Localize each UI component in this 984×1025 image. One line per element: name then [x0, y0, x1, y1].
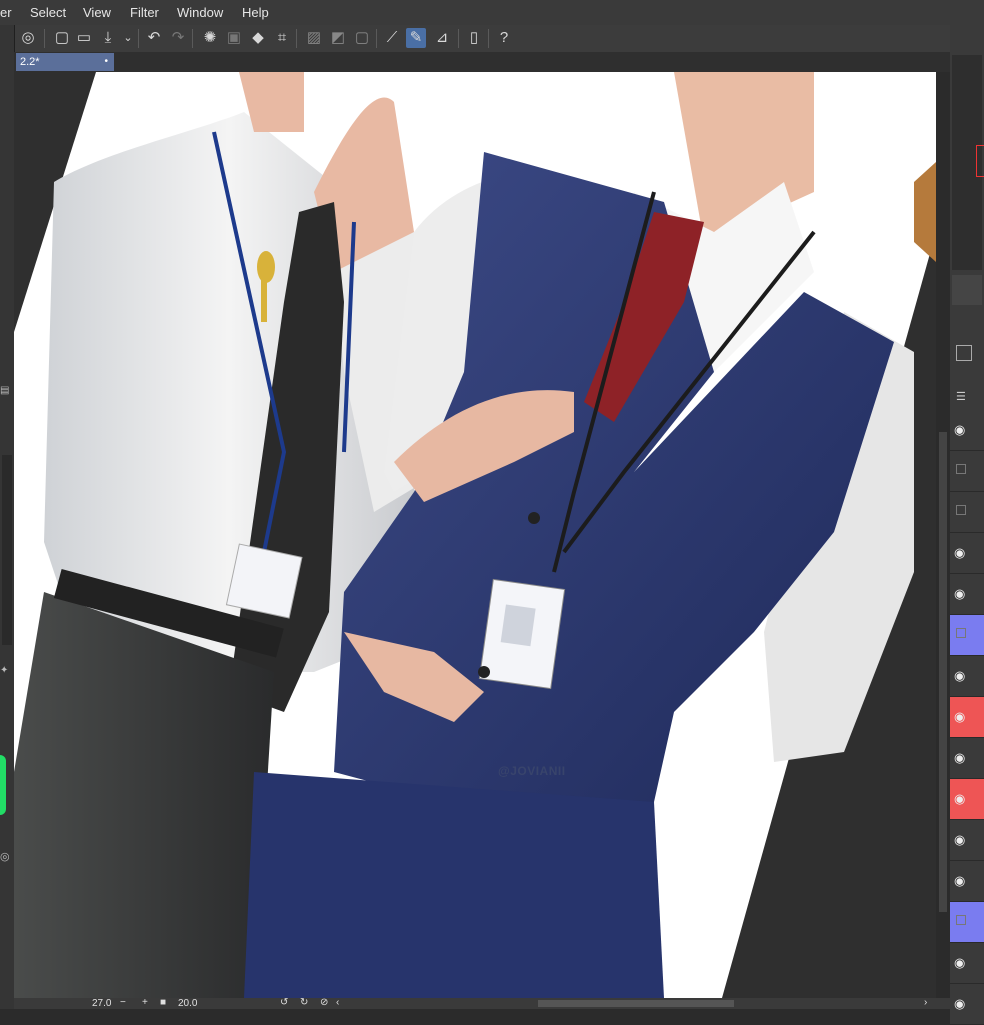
eye-icon[interactable]: ◉: [954, 586, 965, 602]
eye-icon[interactable]: ◉: [954, 750, 965, 766]
menu-view[interactable]: View: [83, 5, 111, 20]
watermark-text: @JOVIANII: [498, 764, 566, 778]
document-tabs: 2.2* •: [14, 52, 950, 72]
right-pants: [244, 772, 664, 998]
vest-button: [528, 512, 540, 524]
select-all-icon[interactable]: ▢: [352, 28, 372, 48]
eye-icon[interactable]: ◉: [954, 545, 965, 561]
eye-icon[interactable]: ◉: [954, 996, 965, 1012]
snap-special-ruler-icon[interactable]: ⊿: [432, 28, 452, 48]
layer-row[interactable]: ◉: [950, 410, 984, 451]
rotate-right-icon[interactable]: ↻: [300, 997, 308, 1008]
tab-document[interactable]: 2.2* •: [16, 53, 114, 71]
eye-icon[interactable]: ◉: [954, 832, 965, 848]
layer-row[interactable]: ◉: [950, 697, 984, 738]
reset-rotation-icon[interactable]: ⊘: [320, 997, 328, 1008]
zoom-slider-icon[interactable]: ■: [160, 997, 166, 1008]
layer-list-icon[interactable]: ☰: [956, 390, 966, 403]
menu-select[interactable]: Select: [30, 5, 66, 20]
vertical-scrollbar[interactable]: [936, 72, 950, 998]
left-id-card: [225, 543, 303, 619]
trash-icon[interactable]: ▤: [0, 385, 9, 396]
rotation-value[interactable]: 20.0: [178, 998, 197, 1009]
zoom-in-icon[interactable]: +: [142, 997, 148, 1008]
scroll-left-icon[interactable]: ‹: [336, 997, 339, 1008]
tab-title: 2.2*: [20, 56, 40, 68]
layer-row[interactable]: ◉: [950, 574, 984, 615]
artwork-canvas[interactable]: [14, 72, 936, 998]
layer-row[interactable]: [950, 451, 984, 492]
transform-icon[interactable]: ⌗: [272, 28, 292, 48]
layer-row[interactable]: ◉: [950, 656, 984, 697]
tool-scrollbar[interactable]: [2, 455, 12, 645]
new-layer-icon[interactable]: [956, 345, 972, 361]
layer-row[interactable]: ◉: [950, 738, 984, 779]
layer-row[interactable]: ◉: [950, 861, 984, 902]
hide-selection-icon[interactable]: ▨: [304, 28, 324, 48]
command-bar: ◎ ▢ ▭ ⤓ ⌄ ↶ ↷ ✺ ▣ ◆ ⌗ ▨ ◩ ▢ ⟋ ✎ ⊿ ▯ ?: [0, 25, 950, 53]
rotate-left-icon[interactable]: ↺: [280, 997, 288, 1008]
color-wheel[interactable]: [0, 755, 6, 815]
eye-icon[interactable]: ◉: [954, 422, 965, 438]
zoom-value[interactable]: 27.0: [92, 998, 111, 1009]
save-icon[interactable]: ⤓: [98, 28, 118, 48]
menu-bar: er Select View Filter Window Help: [0, 0, 984, 25]
menu-edit[interactable]: er: [0, 5, 12, 20]
navigator-preview: [952, 55, 984, 270]
menu-window[interactable]: Window: [177, 5, 223, 20]
scroll-right-icon[interactable]: ›: [924, 997, 927, 1008]
new-file-icon[interactable]: ▢: [52, 28, 72, 48]
eye-icon[interactable]: ◉: [954, 873, 965, 889]
eye-icon[interactable]: ◉: [954, 668, 965, 684]
view-frame: [976, 145, 984, 177]
layer-row[interactable]: [950, 492, 984, 533]
navigator-icon[interactable]: ◎: [0, 850, 10, 863]
menu-help[interactable]: Help: [242, 5, 269, 20]
eye-icon[interactable]: ◉: [954, 955, 965, 971]
zoom-out-icon[interactable]: −: [120, 997, 126, 1008]
chevron-down-icon[interactable]: ⌄: [118, 28, 138, 48]
layer-row[interactable]: ◉: [950, 533, 984, 574]
eye-icon[interactable]: ◉: [954, 709, 965, 725]
app-logo-icon[interactable]: ◎: [18, 28, 38, 48]
layer-row[interactable]: ◉: [950, 984, 984, 1025]
visibility-checkbox[interactable]: [956, 505, 966, 515]
tool-palette: ▤ ✦ ◎: [0, 25, 15, 1009]
layer-row[interactable]: ◉: [950, 943, 984, 984]
layer-row[interactable]: ◉: [950, 820, 984, 861]
wrench-icon[interactable]: ✦: [0, 665, 8, 676]
menu-filter[interactable]: Filter: [130, 5, 159, 20]
layer-row[interactable]: ◉: [950, 779, 984, 820]
snap-ruler-icon[interactable]: ⟋: [382, 28, 402, 48]
crop-icon[interactable]: ▣: [224, 28, 244, 48]
visibility-checkbox[interactable]: [956, 628, 966, 638]
layer-row[interactable]: [950, 902, 984, 943]
device-icon[interactable]: ▯: [464, 28, 484, 48]
visibility-checkbox[interactable]: [956, 464, 966, 474]
snap-brush-icon[interactable]: ✎: [406, 28, 426, 48]
layer-properties[interactable]: [952, 275, 982, 305]
clear-selection-icon[interactable]: ✺: [200, 28, 220, 48]
horizontal-scroll-thumb[interactable]: [538, 1000, 734, 1007]
scroll-thumb[interactable]: [939, 432, 947, 912]
visibility-checkbox[interactable]: [956, 915, 966, 925]
canvas-area[interactable]: @JOVIANII: [14, 72, 936, 998]
undo-icon[interactable]: ↶: [144, 28, 164, 48]
modified-indicator: •: [104, 56, 108, 67]
layer-row[interactable]: [950, 615, 984, 656]
redo-icon[interactable]: ↷: [168, 28, 188, 48]
invert-selection-icon[interactable]: ◩: [328, 28, 348, 48]
fill-icon[interactable]: ◆: [248, 28, 268, 48]
vest-button: [478, 666, 490, 678]
open-folder-icon[interactable]: ▭: [74, 28, 94, 48]
help-icon[interactable]: ?: [494, 28, 514, 48]
eye-icon[interactable]: ◉: [954, 791, 965, 807]
status-bar: 27.0 − + ■ 20.0 ↺ ↻ ⊘ ‹ ›: [14, 997, 950, 1009]
